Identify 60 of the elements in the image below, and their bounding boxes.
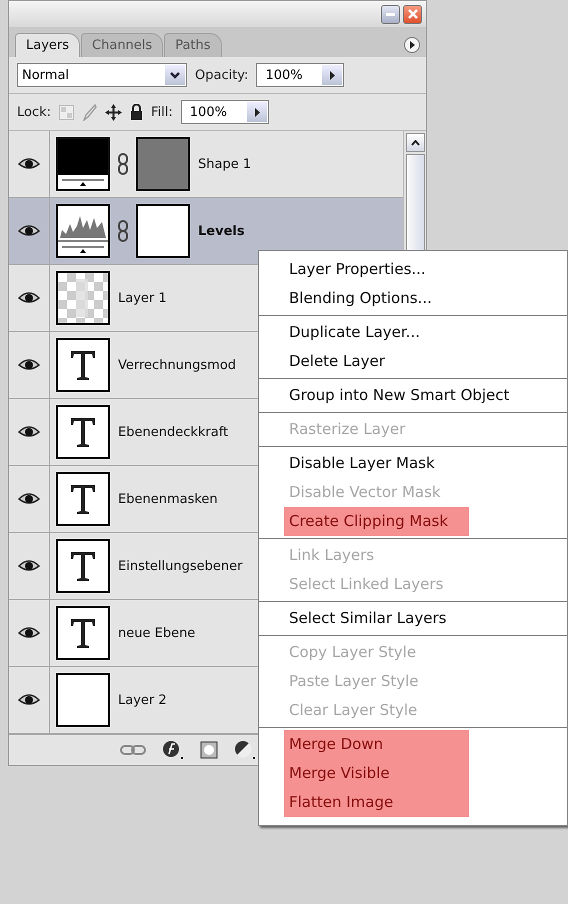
play-icon xyxy=(409,41,415,49)
layer-thumbnail xyxy=(56,673,110,727)
chain-link-icon[interactable] xyxy=(118,220,128,242)
panel-tab[interactable]: Channels xyxy=(81,33,164,57)
layer-name: Einstellungsebener xyxy=(118,558,242,574)
eye-icon[interactable] xyxy=(18,157,40,171)
close-icon xyxy=(408,9,418,19)
layer-name: Verrechnungsmod xyxy=(118,358,236,372)
panel-tab[interactable]: Layers xyxy=(15,33,80,57)
menu-item[interactable]: Create Clipping Mask xyxy=(284,507,469,536)
opacity-label: Opacity: xyxy=(195,68,248,82)
minimize-icon xyxy=(386,12,395,16)
lock-icon[interactable] xyxy=(130,104,144,120)
layer-style-icon[interactable] xyxy=(162,740,184,760)
panel-tab[interactable]: Paths xyxy=(164,33,222,57)
move-icon[interactable] xyxy=(105,104,122,120)
lock-label: Lock: xyxy=(17,104,52,120)
eye-icon[interactable] xyxy=(18,626,40,640)
eye-icon[interactable] xyxy=(18,492,40,506)
menu-item[interactable]: Merge Visible xyxy=(284,759,469,788)
layer-name: Shape 1 xyxy=(198,156,252,172)
layer-thumbnail xyxy=(56,137,110,191)
layer-thumbnail xyxy=(56,405,110,459)
layer-name: Layer 1 xyxy=(118,290,167,306)
caret-icon xyxy=(170,72,180,78)
layer-thumbnail xyxy=(56,204,110,258)
minimize-button[interactable] xyxy=(381,4,400,24)
layer-name: Levels xyxy=(198,224,245,238)
eye-icon[interactable] xyxy=(18,224,40,238)
fill-label: Fill: xyxy=(151,104,173,120)
eye-icon[interactable] xyxy=(18,559,40,573)
eye-icon[interactable] xyxy=(18,425,40,439)
chain-link-icon[interactable] xyxy=(118,153,128,175)
fill-field[interactable]: 100% xyxy=(180,100,269,124)
opacity-field[interactable]: 100% xyxy=(256,63,344,87)
play-icon xyxy=(254,108,260,116)
panel-menu-button[interactable] xyxy=(404,37,420,53)
scroll-up-button[interactable] xyxy=(406,133,424,152)
layer-name: Ebenendeckkraft xyxy=(118,424,228,440)
arrow-up-icon xyxy=(410,140,420,146)
menu-item[interactable]: Flatten Image xyxy=(284,788,469,817)
layer-row[interactable]: Shape 1 xyxy=(9,131,403,198)
menu-item[interactable]: Merge Down xyxy=(284,730,469,759)
adjustment-layer-icon[interactable] xyxy=(234,740,256,760)
layer-name: Ebenenmasken xyxy=(118,492,218,506)
layer-thumbnail xyxy=(56,539,110,593)
layer-name: neue Ebene xyxy=(118,626,196,640)
eye-icon[interactable] xyxy=(18,693,40,707)
close-button[interactable] xyxy=(403,4,422,24)
eye-icon[interactable] xyxy=(18,358,40,372)
play-icon xyxy=(329,70,336,80)
layer-thumbnail xyxy=(56,271,110,325)
layer-thumbnail xyxy=(56,472,110,526)
layer-thumbnail xyxy=(56,606,110,660)
eye-icon[interactable] xyxy=(18,291,40,305)
layer-thumbnail xyxy=(56,338,110,392)
layer-mask-icon[interactable] xyxy=(200,741,218,759)
blend-mode-dropdown[interactable]: Normal xyxy=(17,63,187,87)
layer-name: Layer 2 xyxy=(118,692,167,708)
link-icon[interactable] xyxy=(120,744,146,756)
